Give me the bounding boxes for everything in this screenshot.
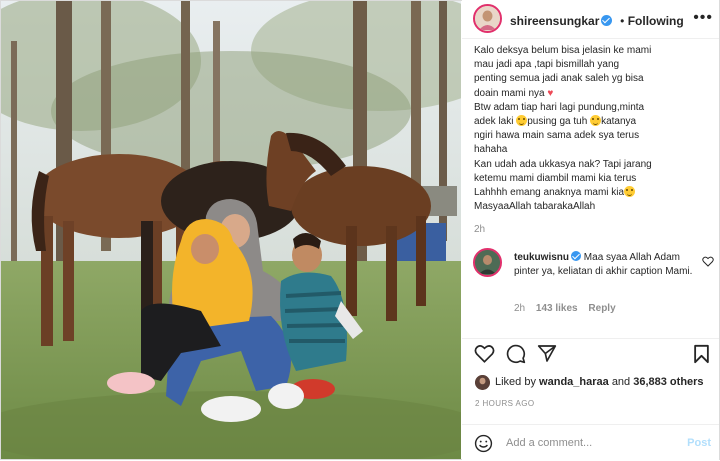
caption-line: ketemu mami diambil mami kia terus <box>474 172 637 184</box>
comment-meta: 2h 143 likes Reply <box>514 303 616 314</box>
post-header: shireensungkar • Following ••• <box>462 0 719 39</box>
caption-line: doain mami nya ♥ <box>474 87 714 101</box>
add-comment-input[interactable]: Add a comment... <box>506 437 592 449</box>
likes-and-label: and <box>611 376 631 388</box>
post-caption: Kalo deksya belum bisa jelasin ke mami m… <box>474 44 714 238</box>
author-avatar[interactable] <box>473 4 502 33</box>
caption-line: hahaha <box>474 144 508 156</box>
caption-timestamp: 2h <box>474 224 486 236</box>
commenter-avatar[interactable] <box>473 248 502 277</box>
verified-badge-icon <box>571 251 582 261</box>
separator-dot: • <box>616 14 628 28</box>
caption-text: Lahhhh emang anaknya mami kia <box>474 187 625 199</box>
liker-username[interactable]: wanda_haraa <box>539 376 609 388</box>
caption-line: Lahhhh emang anaknya mami kia <box>474 186 714 200</box>
caption-text: adek laki <box>474 116 514 128</box>
post-timestamp: 2 HOURS AGO <box>475 399 535 408</box>
action-bar <box>462 338 719 369</box>
liked-by-label: Liked by <box>495 376 536 388</box>
comment-timestamp: 2h <box>514 303 526 314</box>
caption-text: doain mami nya <box>474 87 545 99</box>
following-button[interactable]: Following <box>628 14 684 28</box>
commenter-username[interactable]: teukuwisnu <box>514 252 569 263</box>
caption-text: pusing ga tuh <box>527 116 588 128</box>
reply-button[interactable]: Reply <box>588 303 615 314</box>
avatar-image <box>475 6 500 31</box>
verified-badge-icon <box>601 15 613 26</box>
author-username[interactable]: shireensungkar <box>510 14 599 28</box>
caption-line: penting semua jadi anak saleh yg bisa <box>474 73 644 85</box>
caption-line: ngiri hawa main sama adek sya terus <box>474 130 640 142</box>
heart-icon[interactable] <box>474 344 495 363</box>
comment-like-heart-icon[interactable] <box>702 256 714 267</box>
likes-summary: Liked by wanda_haraa and 36,883 others <box>495 376 704 388</box>
post-comment-button[interactable]: Post <box>687 437 711 449</box>
caption-line: Kalo deksya belum bisa jelasin ke mami <box>474 45 652 56</box>
weary-face-emoji-icon <box>516 115 528 127</box>
comment-icon[interactable] <box>506 344 526 364</box>
laughing-face-emoji-icon <box>590 115 602 127</box>
others-count-link[interactable]: 36,883 others <box>633 376 703 388</box>
more-horizontal-icon[interactable]: ••• <box>693 9 713 27</box>
caption-line: MasyaaAllah tabarakaAllah <box>474 201 596 213</box>
caption-line: mau jadi apa ,tapi bismillah yang <box>474 59 620 71</box>
emoji-smiley-icon[interactable] <box>474 434 493 453</box>
caption-line: adek laki pusing ga tuh katanya <box>474 115 714 129</box>
post-panel: shireensungkar • Following ••• Kalo deks… <box>462 0 719 460</box>
caption-line: Kan udah ada ukkasya nak? Tapi jarang <box>474 158 652 170</box>
share-icon[interactable] <box>537 344 557 363</box>
photo-illustration <box>1 1 461 459</box>
caption-line: Btw adam tiap hari lagi pundung,minta <box>474 101 645 113</box>
liker-avatar-image <box>475 375 490 390</box>
caption-text: katanya <box>601 116 637 128</box>
comment-body: teukuwisnu Maa syaa Allah Adam pinter ya… <box>514 251 704 279</box>
laughing-face-emoji-icon <box>624 186 636 198</box>
commenter-avatar-image <box>475 250 500 275</box>
red-heart-emoji-icon: ♥ <box>547 87 554 99</box>
bookmark-icon[interactable] <box>693 344 710 364</box>
post-photo[interactable] <box>1 1 461 459</box>
liker-avatar[interactable] <box>475 375 490 390</box>
add-comment-bar: Add a comment... Post <box>462 424 719 461</box>
comment-likes-link[interactable]: 143 likes <box>536 303 578 314</box>
